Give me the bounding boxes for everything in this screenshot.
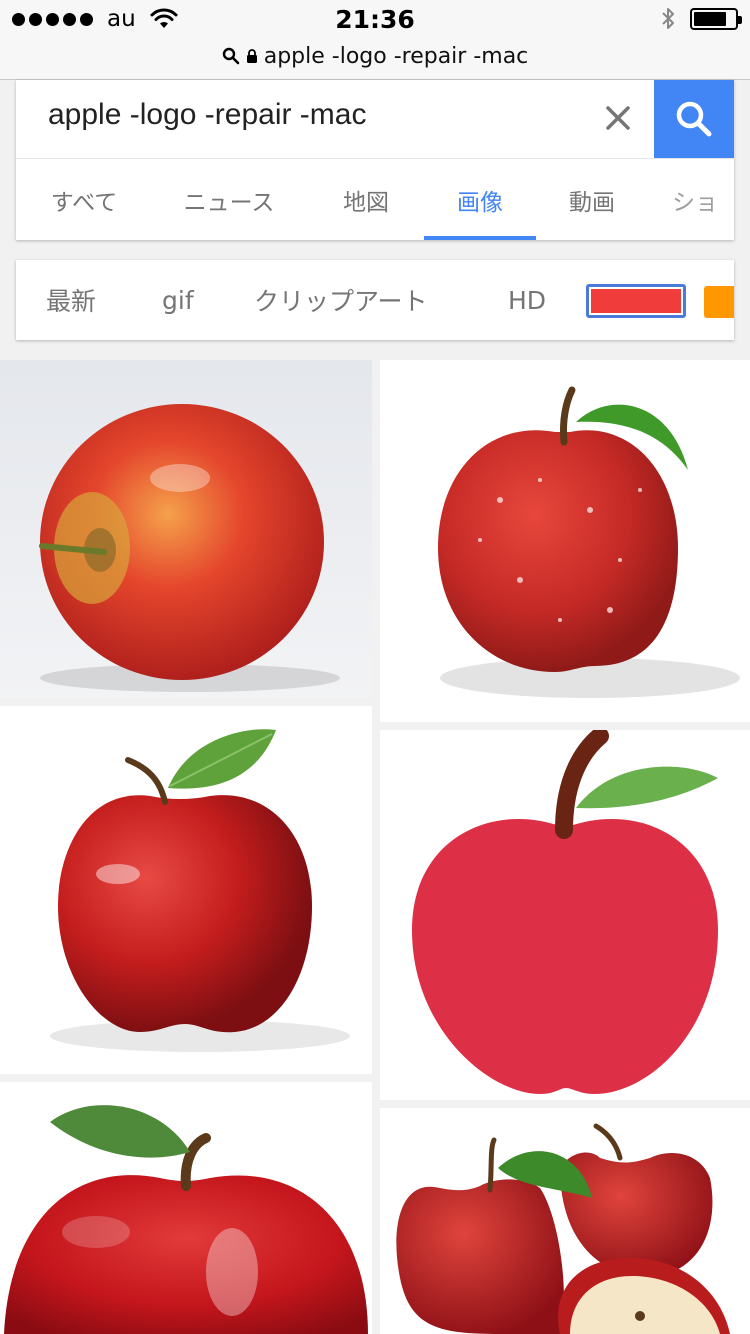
tab-maps[interactable]: 地図 (326, 159, 406, 240)
chip-gif[interactable]: gif (162, 260, 194, 340)
tab-videos[interactable]: 動画 (552, 159, 632, 240)
tab-all[interactable]: すべて (34, 159, 134, 240)
chip-clipart[interactable]: クリップアート (254, 260, 428, 340)
search-input[interactable]: apple -logo -repair -mac (48, 98, 366, 132)
chip-recent[interactable]: 最新 (46, 260, 96, 340)
result-image[interactable] (0, 360, 372, 698)
search-tabs: すべて ニュース 地図 画像 動画 ショ (16, 159, 734, 240)
result-image[interactable] (380, 1108, 750, 1334)
url-text: apple -logo -repair -mac (263, 43, 529, 69)
lock-icon (246, 49, 257, 63)
filter-chips: 最新 gif クリップアート HD (16, 260, 734, 340)
search-icon (222, 47, 240, 65)
apple-image (50, 729, 350, 1052)
status-bar: au 21:36 apple -logo -repair -mac (0, 0, 750, 80)
tab-shopping[interactable]: ショ (672, 159, 734, 240)
url-bar[interactable]: apple -logo -repair -mac (0, 40, 750, 72)
battery-icon (690, 8, 742, 30)
search-button[interactable] (654, 80, 734, 158)
apple-image (396, 1123, 730, 1334)
color-chip-orange[interactable] (704, 286, 734, 318)
color-chip-red[interactable] (586, 284, 686, 318)
search-icon (676, 101, 712, 137)
clear-button[interactable] (596, 96, 640, 140)
close-icon (606, 106, 630, 130)
result-image[interactable] (380, 730, 750, 1100)
result-image[interactable] (380, 360, 750, 722)
apple-image (438, 386, 740, 698)
image-results-grid (0, 360, 750, 1334)
status-time: 21:36 (335, 5, 415, 34)
status-right (660, 6, 742, 32)
result-image[interactable] (0, 1082, 372, 1334)
chip-hd[interactable]: HD (508, 260, 546, 340)
result-image[interactable] (0, 706, 372, 1074)
apple-image (4, 1105, 368, 1334)
tab-images[interactable]: 画像 (424, 159, 536, 240)
bluetooth-icon (662, 8, 674, 29)
apple-image (412, 730, 718, 1094)
search-box: apple -logo -repair -mac すべて ニュース 地図 画像 … (16, 80, 734, 240)
tab-news[interactable]: ニュース (174, 159, 284, 240)
apple-image (0, 360, 372, 698)
